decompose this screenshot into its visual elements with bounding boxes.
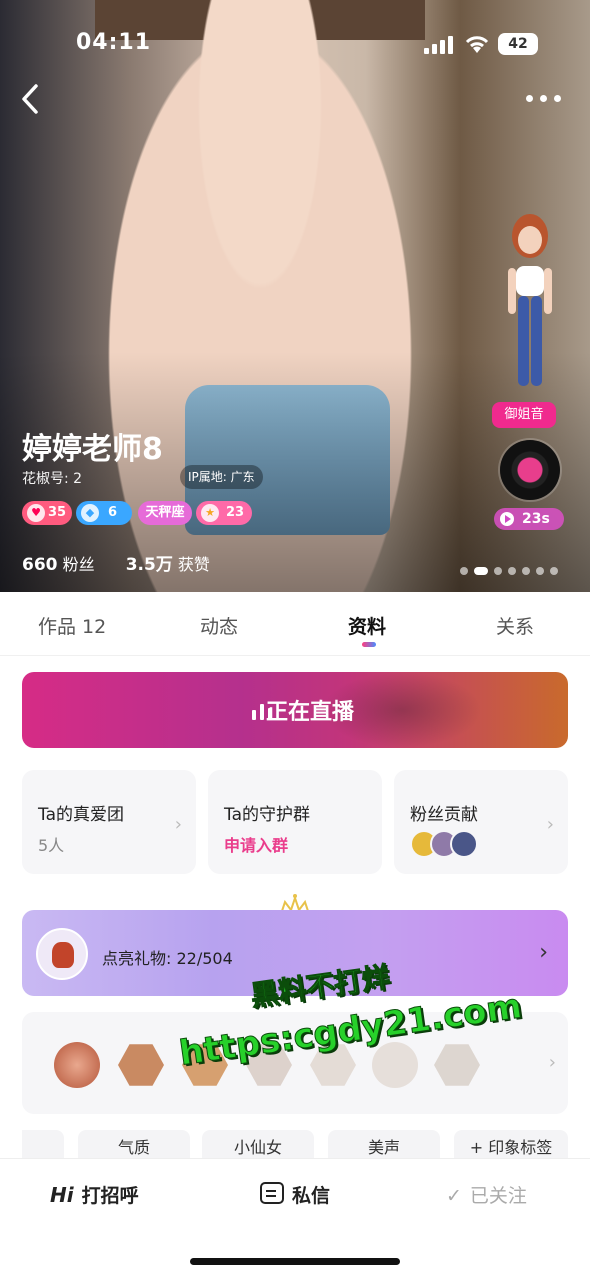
- greet-button[interactable]: Hi 打招呼: [50, 1181, 139, 1208]
- medal-icon: [372, 1042, 418, 1088]
- star-icon: ★: [201, 504, 219, 522]
- lit-gifts-count: 点亮礼物: 22/504: [102, 949, 233, 968]
- back-button[interactable]: [18, 82, 48, 118]
- avatar: [450, 830, 478, 858]
- fans-count: 660: [22, 555, 58, 575]
- message-button[interactable]: 私信: [260, 1181, 331, 1208]
- message-icon: [260, 1182, 284, 1204]
- followed-label: 已关注: [469, 1185, 527, 1207]
- likes-count: 3.5万: [125, 555, 173, 575]
- add-tag-button[interactable]: + 印象标签: [454, 1130, 568, 1160]
- profile-name: 婷婷老师8: [22, 432, 163, 467]
- tag-item[interactable]: [22, 1130, 64, 1160]
- level-badge[interactable]: ♥ 35: [22, 501, 72, 525]
- diamond-badge-value: 6: [108, 505, 118, 520]
- battery-indicator: 42: [498, 33, 538, 55]
- tag-item[interactable]: 气质: [78, 1130, 190, 1160]
- profile-tabs: 作品 12 动态 资料 关系: [0, 592, 590, 656]
- medal-icon: [434, 1044, 480, 1086]
- zodiac-badge-value: 天秤座: [145, 505, 185, 520]
- chevron-right-icon: ›: [546, 814, 554, 835]
- virtual-avatar[interactable]: [500, 208, 560, 400]
- profile-hero: 04:11 42 御姐音 23s 婷婷老师8 花椒号: 2 IP属地: 广东 ♥…: [0, 0, 590, 592]
- star-badge-value: 23: [226, 505, 245, 520]
- chevron-right-icon: ›: [174, 814, 182, 835]
- level-badge-value: 35: [48, 505, 67, 520]
- join-group-link[interactable]: 申请入群: [224, 832, 288, 856]
- tab-info[interactable]: 资料: [348, 612, 386, 639]
- fans-label[interactable]: 粉丝: [63, 555, 95, 574]
- tag-item[interactable]: 美声: [328, 1130, 440, 1160]
- true-love-group-card[interactable]: Ta的真爱团 5人 ›: [22, 770, 196, 874]
- fan-avatar-stack: [410, 830, 490, 858]
- tag-item[interactable]: 小仙女: [202, 1130, 314, 1160]
- chevron-right-icon: ›: [548, 1052, 556, 1073]
- profile-id[interactable]: 花椒号: 2: [22, 468, 82, 488]
- tab-moments[interactable]: 动态: [200, 612, 238, 639]
- status-bar: 04:11 42: [0, 30, 590, 60]
- likes-label: 获赞: [177, 555, 210, 574]
- photo-pager-dots: [460, 567, 570, 577]
- true-love-count: 5人: [38, 836, 65, 855]
- medal-icon: [118, 1044, 164, 1086]
- profile-stats: 660 粉丝 3.5万 获赞: [22, 550, 210, 575]
- star-badge[interactable]: ★ 23: [196, 501, 252, 525]
- active-tab-indicator: [362, 642, 376, 647]
- live-now-label: 正在直播: [265, 700, 354, 725]
- guard-group-card[interactable]: Ta的守护群 申请入群: [208, 770, 382, 874]
- tab-works[interactable]: 作品 12: [38, 612, 106, 639]
- fan-contribution-title: 粉丝贡献: [410, 805, 478, 825]
- voice-duration: 23s: [522, 511, 550, 527]
- diamond-badge[interactable]: ◆ 6: [76, 501, 132, 525]
- check-icon: ✓: [446, 1185, 462, 1207]
- diamond-icon: ◆: [81, 504, 99, 522]
- play-icon: [500, 512, 514, 526]
- ip-location: IP属地: 广东: [180, 465, 263, 489]
- voice-type-tag[interactable]: 御姐音: [492, 402, 556, 428]
- signal-icon: [424, 36, 454, 54]
- more-options-button[interactable]: [526, 90, 564, 108]
- zodiac-badge[interactable]: 天秤座: [138, 501, 192, 525]
- message-label: 私信: [292, 1185, 331, 1207]
- status-time: 04:11: [76, 30, 152, 55]
- live-now-banner[interactable]: 正在直播: [22, 672, 568, 748]
- followed-button[interactable]: ✓ 已关注: [446, 1181, 527, 1208]
- true-love-title: Ta的真爱团: [38, 805, 124, 825]
- gift-avatar: [36, 928, 88, 980]
- fan-contribution-card[interactable]: 粉丝贡献 ›: [394, 770, 568, 874]
- home-indicator[interactable]: [190, 1258, 400, 1265]
- vinyl-record-icon[interactable]: [500, 440, 560, 500]
- tab-relations[interactable]: 关系: [496, 612, 534, 639]
- medal-icon: [54, 1042, 100, 1088]
- guard-group-title: Ta的守护群: [224, 805, 310, 825]
- wifi-icon: [464, 34, 490, 54]
- heart-level-icon: ♥: [27, 504, 45, 522]
- greet-label: 打招呼: [81, 1185, 139, 1207]
- chevron-right-icon: ›: [539, 940, 548, 965]
- voice-intro-button[interactable]: 23s: [494, 508, 564, 530]
- hi-icon: Hi: [50, 1183, 74, 1207]
- impression-tags: 气质 小仙女 美声 + 印象标签: [22, 1130, 590, 1160]
